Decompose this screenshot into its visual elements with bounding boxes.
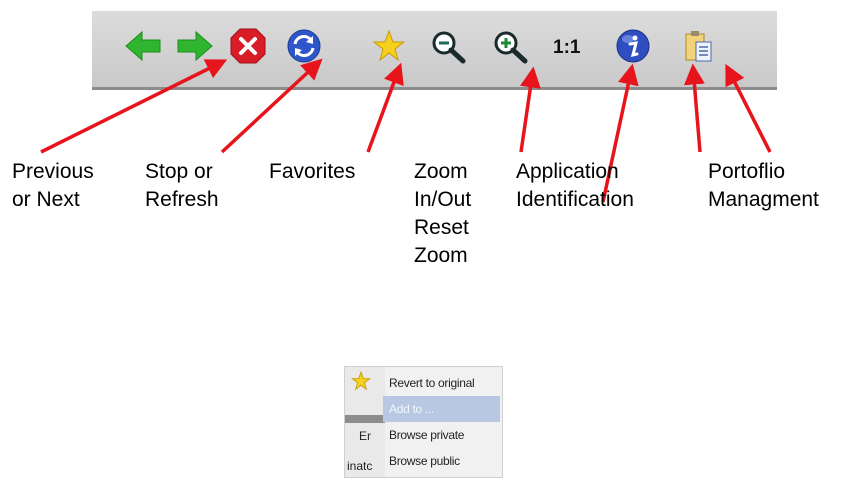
arrow-prev-next bbox=[40, 59, 228, 154]
label-portfolio: Portoflio Managment bbox=[708, 160, 819, 211]
arrow-portfolio-right bbox=[725, 63, 772, 153]
menu-bottom-fragment: inatc bbox=[347, 459, 373, 473]
arrow-favorites bbox=[366, 62, 404, 153]
menu-item-browse-private[interactable]: Browse private bbox=[383, 422, 500, 448]
menu-item-browse-public[interactable]: Browse public bbox=[383, 448, 500, 474]
menu-item-revert[interactable]: Revert to original bbox=[383, 370, 500, 396]
label-zoom: Zoom In/Out Reset Zoom bbox=[414, 160, 472, 267]
favorites-context-menu: Er inatc Revert to original Add to ... B… bbox=[344, 366, 503, 478]
menu-tab-fragment: Er bbox=[359, 429, 371, 443]
menu-separator-bar bbox=[345, 415, 385, 423]
label-favorites: Favorites bbox=[269, 160, 356, 183]
arrow-zoom bbox=[519, 66, 541, 153]
label-stop-refresh: Stop or Refresh bbox=[145, 160, 219, 211]
menu-star-icon bbox=[351, 371, 371, 391]
menu-item-add-to[interactable]: Add to ... bbox=[383, 396, 500, 422]
arrow-stop-refresh bbox=[220, 58, 323, 154]
arrow-portfolio-left bbox=[683, 63, 705, 153]
label-prev-next: Previous or Next bbox=[12, 160, 94, 211]
label-app-id: Application Identification bbox=[516, 160, 634, 211]
